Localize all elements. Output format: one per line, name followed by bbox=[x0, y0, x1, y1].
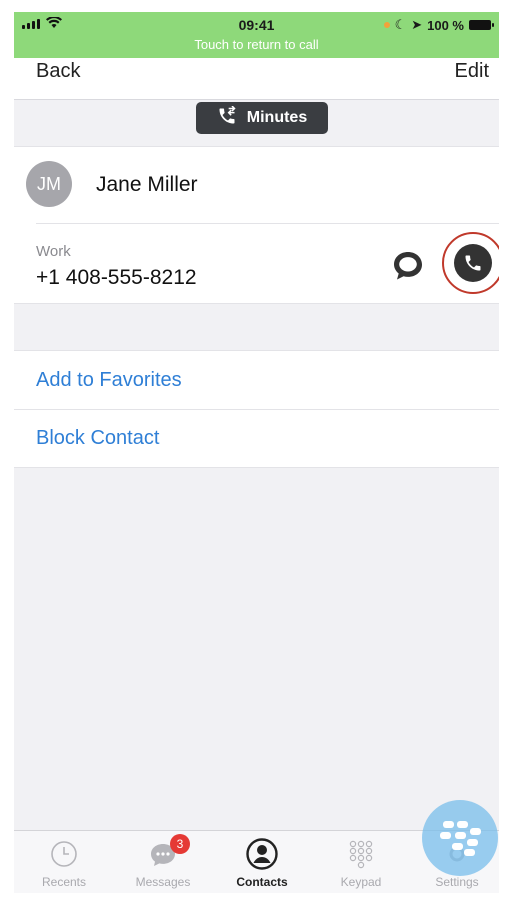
edit-button[interactable]: Edit bbox=[455, 60, 489, 83]
message-button[interactable] bbox=[389, 247, 427, 285]
blackberry-bubble[interactable] bbox=[422, 800, 498, 876]
tab-keypad[interactable]: Keypad bbox=[316, 837, 406, 889]
mic-in-use-icon bbox=[383, 22, 390, 28]
contact-card: JM Jane Miller Work +1 408-555-8212 bbox=[14, 146, 499, 304]
blackberry-logo-icon bbox=[440, 821, 481, 856]
tab-contacts[interactable]: Contacts bbox=[217, 837, 307, 889]
phone-number[interactable]: +1 408-555-8212 bbox=[36, 266, 197, 290]
chat-bubble-icon bbox=[394, 252, 422, 280]
keypad-icon bbox=[349, 840, 373, 869]
contact-actions: Add to Favorites Block Contact bbox=[14, 350, 499, 468]
battery-percent: 100 % bbox=[427, 17, 464, 33]
tab-label: Keypad bbox=[340, 875, 382, 889]
status-bar[interactable]: 09:41 Touch to return to call ☾ ➤ 100 % bbox=[14, 12, 499, 58]
person-icon bbox=[246, 838, 278, 870]
nav-bar: Back Edit bbox=[14, 58, 499, 100]
contact-name: Jane Miller bbox=[96, 173, 198, 196]
tab-label: Settings bbox=[435, 875, 479, 889]
divider bbox=[14, 409, 499, 410]
tab-recents[interactable]: Recents bbox=[19, 837, 109, 889]
minutes-pill[interactable]: Minutes bbox=[196, 102, 328, 134]
status-right: ☾ ➤ 100 % bbox=[383, 17, 494, 33]
unread-badge: 3 bbox=[170, 834, 190, 854]
moon-icon: ☾ bbox=[394, 17, 407, 32]
block-contact-button[interactable]: Block Contact bbox=[36, 427, 159, 450]
device-frame: 09:41 Touch to return to call ☾ ➤ 100 % … bbox=[0, 0, 507, 899]
minutes-label: Minutes bbox=[246, 109, 308, 126]
call-button-fill bbox=[454, 244, 492, 282]
avatar: JM bbox=[26, 161, 72, 207]
phone-transfer-icon bbox=[217, 104, 237, 131]
screen: 09:41 Touch to return to call ☾ ➤ 100 % … bbox=[14, 12, 499, 893]
back-button[interactable]: Back bbox=[36, 60, 80, 83]
tab-label: Contacts bbox=[236, 875, 288, 889]
return-to-call-banner[interactable]: Touch to return to call bbox=[14, 37, 499, 52]
battery-icon bbox=[469, 20, 494, 30]
location-arrow-icon: ➤ bbox=[411, 17, 423, 32]
clock-icon bbox=[51, 841, 77, 867]
tab-label: Recents bbox=[41, 875, 87, 889]
phone-label: Work bbox=[36, 243, 71, 260]
phone-icon bbox=[465, 255, 481, 271]
divider bbox=[36, 223, 499, 224]
tab-label: Messages bbox=[135, 875, 191, 889]
call-button[interactable] bbox=[442, 232, 499, 294]
add-to-favorites-button[interactable]: Add to Favorites bbox=[36, 369, 182, 392]
tab-messages[interactable]: 3 Messages bbox=[118, 834, 208, 889]
